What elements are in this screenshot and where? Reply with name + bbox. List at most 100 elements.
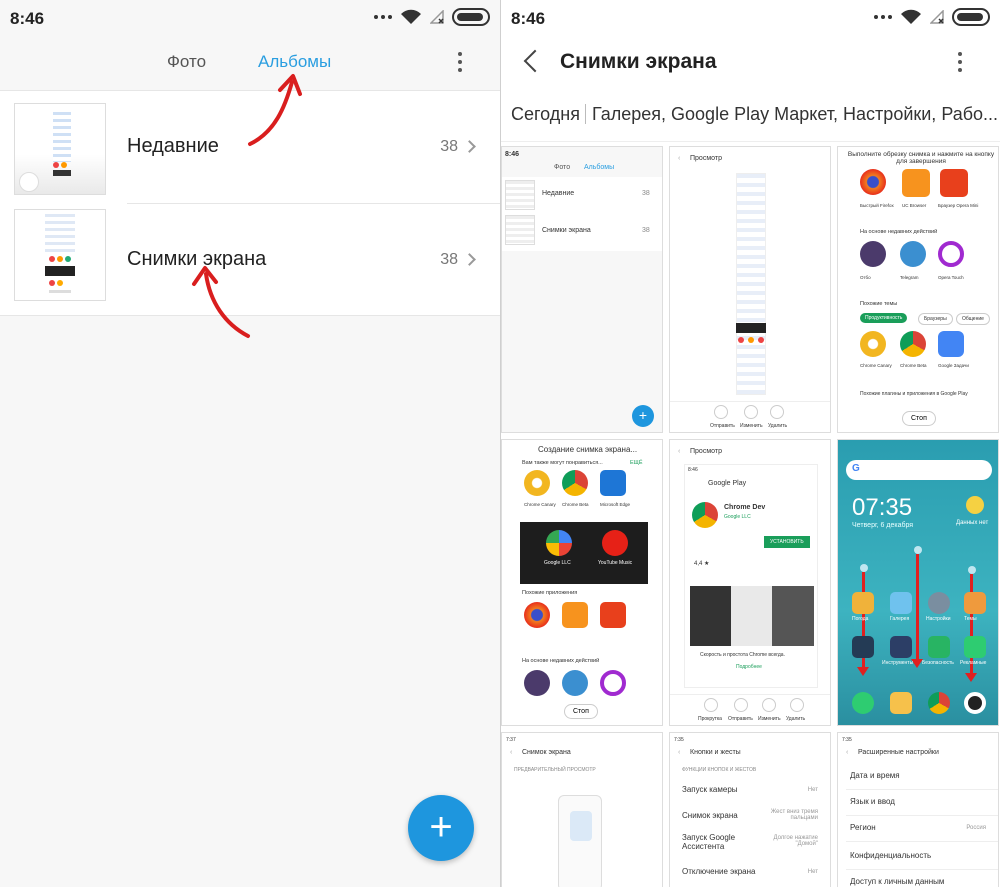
mini-app-label: Chrome Canary — [524, 502, 556, 507]
date-label: Сегодня — [511, 104, 580, 124]
screenshot-thumbnail[interactable]: G 07:35 Четверг, 6 декабря Данных нет По… — [837, 439, 999, 726]
screenshot-thumbnail[interactable]: 7:35 ‹ Кнопки и жесты ФУНКЦИИ КНОПОК И Ж… — [669, 732, 831, 887]
mini-app-label: Браузер Opera Mini — [938, 203, 979, 208]
mini-app-label: Погода — [852, 616, 869, 622]
chevron-right-icon — [463, 253, 476, 266]
status-time: 8:46 — [10, 9, 45, 28]
date-group-header: Сегодня Галерея, Google Play Маркет, Нас… — [501, 90, 1000, 142]
mini-date: Четверг, 6 декабря — [852, 522, 914, 529]
album-list: Недавние 38 Снимки экрана 38 — [0, 90, 500, 316]
tab-photos[interactable]: Фото — [167, 52, 206, 72]
album-row-screenshots[interactable]: Снимки экрана 38 — [0, 204, 500, 317]
album-thumbnail — [14, 103, 106, 195]
tab-albums[interactable]: Альбомы — [258, 52, 331, 72]
opera-mini-icon — [940, 169, 968, 197]
mini-setting-label: Запуск камеры — [682, 785, 738, 794]
themes-icon — [964, 592, 986, 614]
mini-section-label: Похожие приложения — [522, 590, 578, 596]
mini-section-label: На основе недавних действий — [860, 229, 938, 235]
screenshot-thumbnail[interactable]: Создание снимка экрана... Вам также могу… — [501, 439, 663, 726]
app-icon — [524, 670, 550, 696]
mini-setting-value: Жест вниз тремя пальцами — [770, 809, 818, 821]
telegram-icon — [900, 241, 926, 267]
divider — [585, 104, 586, 124]
mini-app-label: Microsoft Edge — [600, 502, 631, 507]
mini-time: 7:35 — [842, 737, 852, 743]
mini-section-label: ФУНКЦИИ КНОПОК И ЖЕСТОВ — [682, 767, 757, 773]
mini-button-label: Удалить — [786, 716, 806, 722]
mini-setting-label: Язык и ввод — [850, 797, 895, 806]
mini-app-label: Галерея — [890, 616, 910, 622]
opera-touch-icon — [938, 241, 964, 267]
more-options-icon[interactable] — [957, 52, 963, 72]
mini-banner — [520, 522, 648, 584]
mini-app-label: UC Browser — [902, 203, 927, 208]
mini-setting-label: Снимок экрана — [682, 811, 738, 820]
mini-setting-value: Долгое нажатие "Домой" — [773, 835, 818, 847]
chrome-canary-icon — [860, 331, 886, 357]
phone-icon — [852, 692, 874, 714]
chevron-right-icon — [463, 140, 476, 153]
mini-setting-label: Регион — [850, 823, 876, 832]
mini-time: 7:35 — [674, 737, 684, 743]
mini-time: 7:37 — [506, 737, 516, 743]
screenshot-thumbnail[interactable]: 8:46 Фото Альбомы Недавние 38 Снимки экр… — [501, 146, 663, 433]
mini-setting-label: Отключение экрана — [682, 867, 756, 876]
screenshot-thumbnail[interactable]: ‹ Просмотр 8:46 Google Play Chrome Dev G… — [669, 439, 831, 726]
mini-chip: Браузеры — [918, 313, 953, 325]
mini-setting-label: Конфиденциальность — [850, 851, 932, 860]
album-name: Снимки экрана — [127, 248, 267, 270]
uc-browser-icon — [902, 169, 930, 197]
mini-app-label: Opera Touch — [938, 275, 964, 280]
mini-footer: Похожие плагины и приложения в Google Pl… — [860, 391, 968, 397]
mini-setting-value: Россия — [966, 825, 986, 831]
app-icon — [964, 636, 986, 658]
no-signal-icon — [430, 10, 444, 24]
mini-store-title: Google Play — [708, 480, 747, 487]
back-arrow-icon[interactable] — [523, 49, 547, 73]
mini-stop-button: Стоп — [564, 704, 598, 719]
mini-button-label: Отправить — [710, 423, 735, 429]
mini-title: Снимок экрана — [522, 749, 571, 756]
more-options-icon[interactable] — [457, 52, 463, 72]
tab-bar: Фото Альбомы — [0, 46, 500, 80]
mini-button-label: Изменить — [740, 423, 763, 429]
mini-section-label: На основе недавних действий — [522, 658, 600, 664]
mini-time: 8:46 — [505, 151, 520, 158]
add-fab-button[interactable]: + — [408, 795, 474, 861]
google-icon — [546, 530, 572, 556]
uc-browser-icon — [562, 602, 588, 628]
gallery-icon — [890, 592, 912, 614]
opera-mini-icon — [600, 602, 626, 628]
mini-tab: Альбомы — [584, 164, 615, 171]
folder-icon — [852, 636, 874, 658]
battery-icon — [452, 8, 490, 26]
mini-chip: Общение — [956, 313, 990, 325]
mini-description: Скорость и простота Chrome всегда. — [700, 652, 785, 658]
mini-title: Кнопки и жесты — [690, 749, 741, 756]
mini-app-label: Настройки — [926, 616, 951, 622]
no-signal-icon — [930, 10, 944, 24]
mini-title: Просмотр — [690, 155, 722, 162]
screenshot-thumbnail[interactable]: 7:37 ‹ Снимок экрана ПРЕДВАРИТЕЛЬНЫЙ ПРО… — [501, 732, 663, 887]
mini-title: Расширенные настройки — [858, 749, 939, 756]
weather-icon — [966, 496, 984, 514]
album-thumbnail — [14, 209, 106, 301]
album-name: Недавние — [127, 135, 219, 157]
firefox-icon — [860, 169, 886, 195]
firefox-icon — [524, 602, 550, 628]
telegram-icon — [562, 670, 588, 696]
mini-button-label: Прокрутка — [698, 716, 722, 722]
album-row-recent[interactable]: Недавние 38 — [0, 91, 500, 204]
mini-clock: 07:35 — [852, 494, 913, 521]
screenshot-thumbnail[interactable]: ‹ Просмотр Отправить Изменить Удалить — [669, 146, 831, 433]
mini-app-label: Google Задачи — [938, 363, 969, 368]
messages-icon — [890, 692, 912, 714]
settings-icon — [928, 592, 950, 614]
chrome-dev-icon — [692, 502, 718, 528]
screenshot-thumbnail[interactable]: Выполните обрезку снимка и нажмите на кн… — [837, 146, 999, 433]
screenshot-thumbnail[interactable]: 7:35 ‹ Расширенные настройки Дата и врем… — [837, 732, 999, 887]
signal-dots-icon — [374, 15, 392, 19]
mini-count: 38 — [642, 190, 650, 197]
mini-rating: 4,4 ★ — [694, 561, 710, 567]
